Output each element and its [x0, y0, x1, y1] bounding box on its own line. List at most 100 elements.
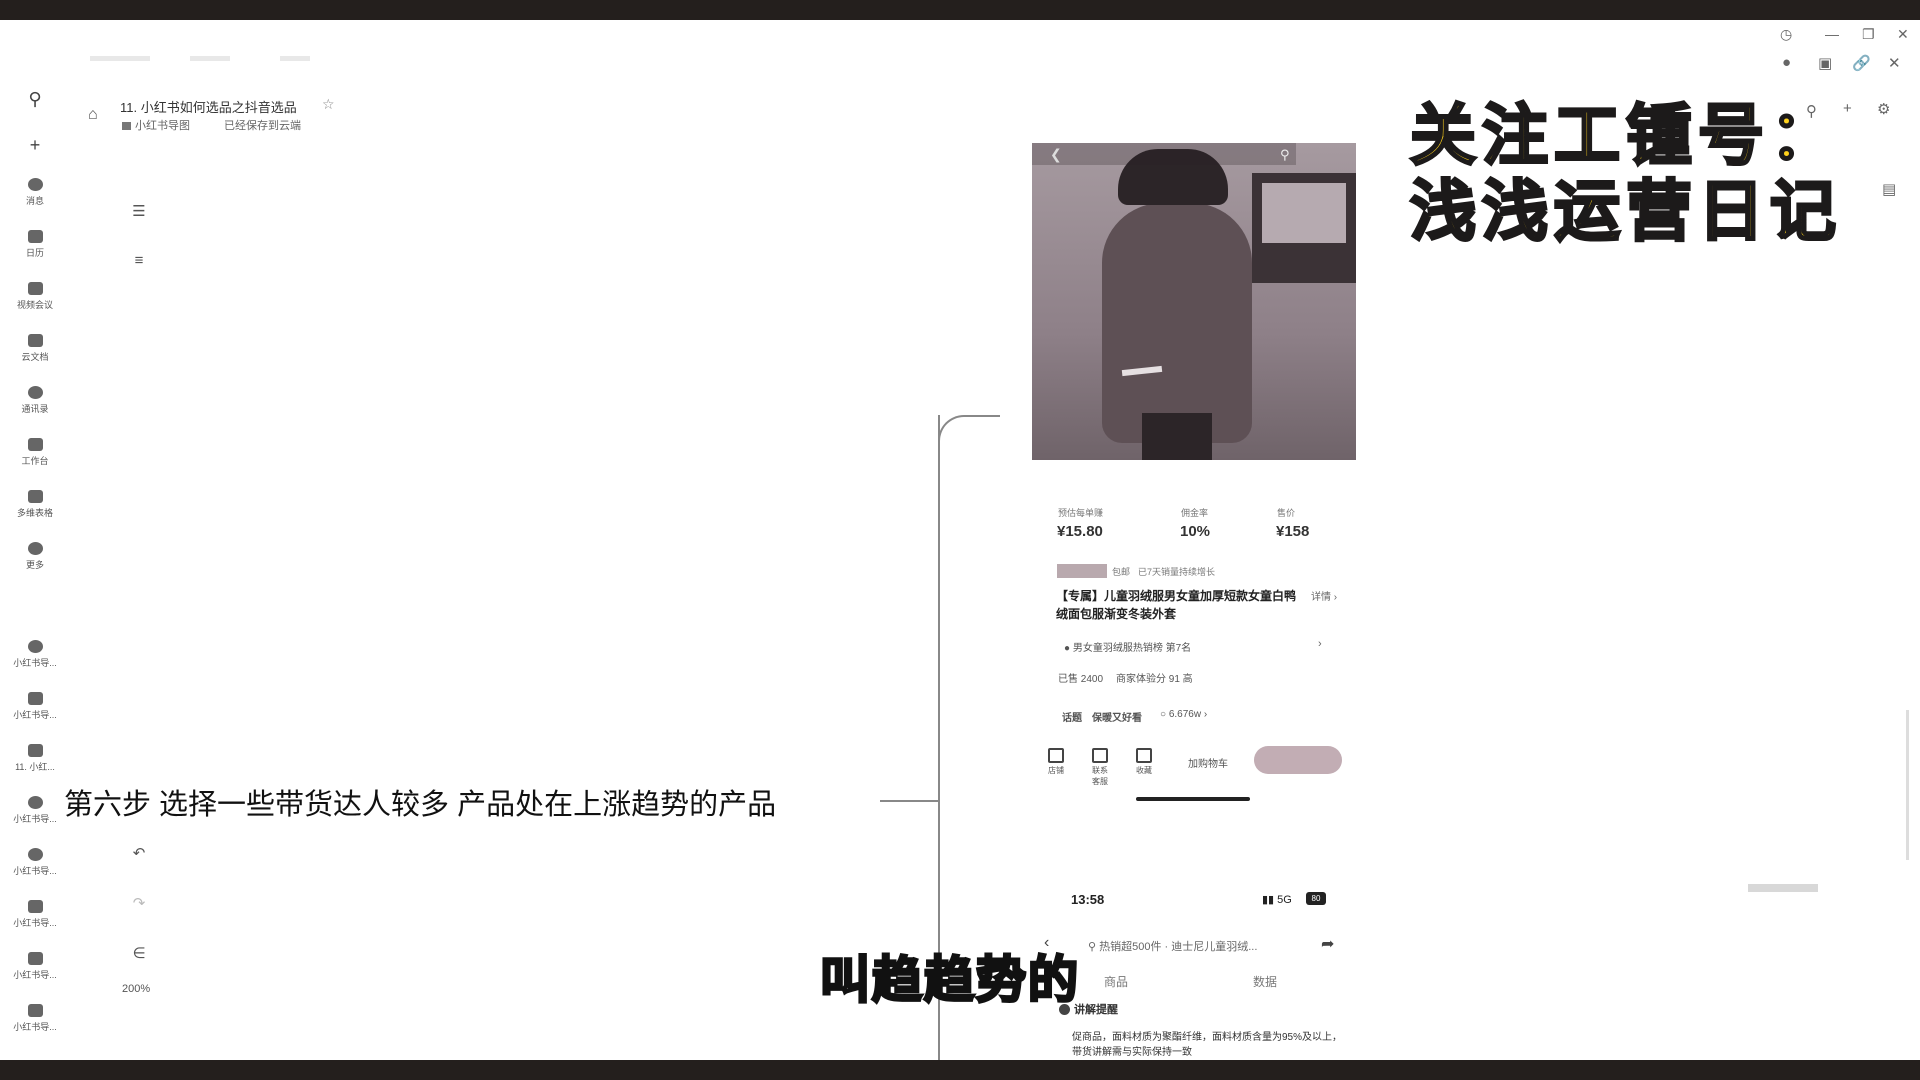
recent-doc[interactable]: 小红书导... [4, 848, 66, 877]
calendar-icon [27, 230, 43, 243]
outline-icon[interactable]: ☰ [128, 202, 150, 224]
recent-doc[interactable]: 小红书导... [4, 952, 66, 981]
product-title: 【专属】儿童羽绒服男女童加厚短款女童白鸭绒面包服渐变冬装外套 [1056, 589, 1297, 621]
recent-doc[interactable]: 小红书导... [4, 692, 66, 721]
connector-line [938, 415, 1000, 457]
workspace-icon [27, 438, 43, 451]
share-icon[interactable]: ➦ [1321, 934, 1334, 954]
topic-tag: 话题 [1062, 713, 1082, 724]
add-icon[interactable]: + [1843, 100, 1852, 117]
promo-badge [1057, 564, 1107, 578]
star-icon [1136, 748, 1152, 763]
shop-icon [1048, 748, 1064, 763]
table-icon [27, 490, 43, 503]
video-subtitle: 叫趋趋势的 [819, 950, 1080, 1011]
add-to-cart-button[interactable]: 加购物车 [1188, 755, 1228, 770]
detail-link[interactable]: 详情 › [1311, 588, 1337, 603]
add-icon[interactable]: + [22, 132, 48, 158]
doc-icon [27, 1004, 43, 1017]
close-doc-icon[interactable]: ✕ [1888, 54, 1901, 72]
chat-icon [1092, 748, 1108, 763]
chat-icon[interactable]: ▤ [1882, 180, 1896, 198]
restore-icon[interactable]: ❐ [1862, 26, 1875, 43]
mindmap-icon [27, 640, 43, 653]
watermark: 关注工锺号： 浅浅运营日记 [1409, 96, 1842, 251]
search-icon[interactable]: ⚲ [1280, 147, 1290, 163]
structure-icon[interactable]: ≡ [128, 252, 150, 274]
topic-title[interactable]: 保暖又好看 [1092, 709, 1142, 724]
left-rail: ⚲ + 消息 日历 视频会议 云文档 通讯录 工作台 多维表格 更多 小红书导.… [0, 20, 70, 1060]
rail-item-docs[interactable]: 云文档 [4, 334, 66, 363]
present-icon[interactable]: ▣ [1818, 54, 1832, 72]
minimize-icon[interactable]: — [1825, 26, 1839, 42]
home-indicator [1136, 797, 1250, 801]
service-button[interactable]: 联系客服 [1090, 748, 1110, 787]
home-icon[interactable]: ⌂ [88, 106, 106, 124]
rail-item-contacts[interactable]: 通讯录 [4, 386, 66, 415]
tab-strip-faint [190, 56, 230, 61]
recent-doc[interactable]: 小红书导... [4, 900, 66, 929]
search-bar[interactable]: ⚲ 热销超500件 · 迪士尼儿童羽绒... [1088, 938, 1257, 954]
section-title: 讲解提醒 [1074, 1004, 1118, 1016]
rail-item-more[interactable]: 更多 [4, 542, 66, 571]
redo-icon[interactable]: ↷ [128, 894, 150, 916]
stat-value: ¥158 [1276, 523, 1310, 540]
connector-line [880, 800, 938, 802]
search-icon[interactable]: ⚲ [22, 86, 48, 112]
battery-icon: 80 [1306, 892, 1326, 905]
recent-doc[interactable]: 小红书导... [4, 1004, 66, 1033]
shop-button[interactable]: 店铺 [1046, 748, 1066, 776]
mindmap-icon [27, 848, 43, 861]
rail-item-messages[interactable]: 消息 [4, 178, 66, 207]
doc-title: 11. 小红书如何选品之抖音选品 [120, 100, 297, 115]
recent-doc[interactable]: 小红书导... [4, 796, 66, 825]
tab-strip-faint [280, 56, 310, 61]
contacts-icon [27, 386, 43, 399]
doc-icon [27, 744, 43, 757]
back-icon[interactable]: ❮ [1050, 146, 1062, 163]
stat-label: 预估每单赚 [1058, 508, 1104, 518]
recent-doc[interactable]: 11. 小红... [4, 744, 66, 773]
link-icon[interactable]: 🔗 [1852, 54, 1871, 72]
more-icon [27, 542, 43, 555]
format-painter-icon[interactable]: ∈ [128, 944, 150, 966]
tab-goods[interactable]: 商品 [1104, 973, 1128, 990]
doc-icon [27, 900, 43, 913]
product-image[interactable] [1032, 143, 1356, 460]
minimap-faint [1748, 884, 1818, 892]
rail-item-base[interactable]: 多维表格 [4, 490, 66, 519]
undo-icon[interactable]: ↶ [128, 844, 150, 866]
recent-doc[interactable]: 小红书导... [4, 640, 66, 669]
tag-note: 已7天销量持续增长 [1138, 567, 1216, 577]
tab-data[interactable]: 数据 [1253, 973, 1277, 990]
history-icon[interactable]: ◷ [1780, 26, 1792, 43]
favorite-button[interactable]: 收藏 [1134, 748, 1154, 776]
vertical-scrollbar[interactable] [1906, 710, 1909, 860]
folder-icon [122, 122, 131, 131]
mindmap-node[interactable]: 第六步 选择一些带货达人较多 产品处在上涨趋势的产品 [64, 781, 776, 823]
tag-text: 包邮 [1112, 567, 1131, 577]
close-icon[interactable]: ✕ [1897, 26, 1909, 43]
chevron-right-icon: › [1318, 638, 1322, 650]
rank-row[interactable]: ● 男女童羽绒服热销榜 第7名 [1064, 639, 1191, 654]
stat-value: ¥15.80 [1057, 523, 1103, 540]
doc-folder[interactable]: 小红书导图 [122, 117, 190, 133]
zoom-level[interactable]: 200% [122, 983, 150, 995]
stat-label: 佣金率 [1181, 508, 1209, 518]
star-icon[interactable]: ☆ [322, 96, 335, 113]
shop-rating: 商家体验分 91 高 [1116, 674, 1193, 685]
rail-item-workspace[interactable]: 工作台 [4, 438, 66, 467]
tab-strip-faint [90, 56, 150, 61]
stat-label: 售价 [1277, 508, 1296, 518]
topic-count: ○ 6.676w › [1160, 709, 1208, 720]
video-icon [27, 282, 43, 295]
app-window: ◷ — ❐ ✕ ● ▣ 🔗 ✕ ⚲ + ⚙ ▤ ⚲ + 消息 日历 视频会议 云… [0, 20, 1920, 1060]
rail-item-calendar[interactable]: 日历 [4, 230, 66, 259]
settings-icon[interactable]: ⚙ [1877, 100, 1890, 118]
buy-button[interactable] [1254, 746, 1342, 774]
rail-item-meeting[interactable]: 视频会议 [4, 282, 66, 311]
status-time: 13:58 [1071, 892, 1105, 907]
mindmap-icon [27, 796, 43, 809]
doc-icon [27, 952, 43, 965]
comment-icon[interactable]: ● [1782, 54, 1791, 71]
